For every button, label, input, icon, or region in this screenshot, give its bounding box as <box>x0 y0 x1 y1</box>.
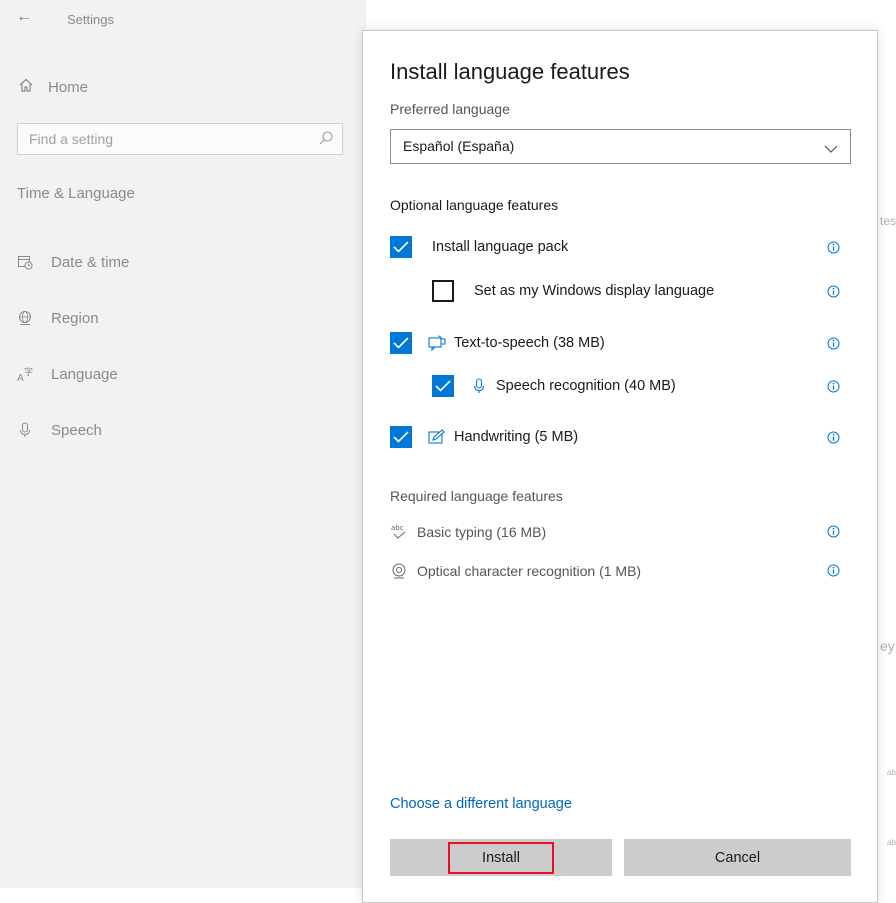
background-text-fragment: ey <box>880 638 895 654</box>
sidebar-item-label: Region <box>51 309 99 327</box>
sidebar-item-language[interactable]: A字 Language <box>17 362 118 386</box>
svg-text:A: A <box>17 373 24 382</box>
speech-recognition-checkbox[interactable] <box>432 375 454 397</box>
feature-label: Text-to-speech (38 MB) <box>454 335 605 351</box>
microphone-icon <box>470 377 488 395</box>
info-icon[interactable] <box>827 564 840 577</box>
svg-text:字: 字 <box>24 366 33 378</box>
preferred-language-label: Preferred language <box>390 101 510 117</box>
info-icon[interactable] <box>827 431 840 444</box>
feature-label: Speech recognition (40 MB) <box>496 378 676 394</box>
info-icon[interactable] <box>827 241 840 254</box>
text-to-speech-checkbox[interactable] <box>390 332 412 354</box>
preferred-language-dropdown[interactable]: Español (España) <box>390 129 851 164</box>
background-text-fragment: ab <box>887 768 896 777</box>
settings-window: ← Settings Home Find a setting Time & La… <box>0 0 366 888</box>
display-language-checkbox[interactable] <box>432 280 454 302</box>
required-features-heading: Required language features <box>390 488 563 504</box>
app-title: Settings <box>67 12 114 27</box>
sidebar-item-label: Date & time <box>51 253 130 271</box>
install-button-label: Install <box>448 841 554 874</box>
nav-home-label: Home <box>48 78 89 96</box>
feature-label: Install language pack <box>432 239 569 255</box>
cancel-button[interactable]: Cancel <box>624 839 851 876</box>
globe-region-icon <box>17 310 33 326</box>
install-button[interactable]: Install <box>390 839 612 876</box>
section-title: Time & Language <box>17 185 135 202</box>
feature-label: Handwriting (5 MB) <box>454 429 579 445</box>
language-icon: A字 <box>17 366 33 382</box>
search-input[interactable]: Find a setting <box>17 123 343 155</box>
home-icon <box>18 77 34 97</box>
text-to-speech-icon <box>428 334 446 352</box>
ocr-icon <box>390 562 408 580</box>
feature-row-display-language: Set as my Windows display language <box>432 279 714 303</box>
info-icon[interactable] <box>827 525 840 538</box>
required-feature-basic-typing: abc Basic typing (16 MB) <box>390 522 546 542</box>
sidebar-item-label: Language <box>51 365 118 383</box>
install-language-dialog: Install language features Preferred lang… <box>362 30 878 903</box>
handwriting-icon <box>428 428 446 446</box>
feature-label: Set as my Windows display language <box>474 283 715 299</box>
feature-row-speech-recognition: Speech recognition (40 MB) <box>432 374 676 398</box>
language-pack-checkbox[interactable] <box>390 236 412 258</box>
title-bar: ← Settings <box>0 0 366 40</box>
sidebar-item-speech[interactable]: Speech <box>17 418 102 442</box>
background-text-fragment: tes <box>880 214 896 228</box>
info-icon[interactable] <box>827 337 840 350</box>
dialog-title: Install language features <box>390 59 630 84</box>
feature-label: Basic typing (16 MB) <box>417 524 547 540</box>
search-icon <box>318 130 334 151</box>
feature-row-language-pack: Install language pack <box>390 235 568 259</box>
choose-different-language-link[interactable]: Choose a different language <box>390 796 572 812</box>
required-feature-ocr: Optical character recognition (1 MB) <box>390 561 641 581</box>
microphone-icon <box>17 422 33 438</box>
nav-home[interactable]: Home <box>18 76 88 98</box>
handwriting-checkbox[interactable] <box>390 426 412 448</box>
svg-text:abc: abc <box>391 524 404 532</box>
feature-row-text-to-speech: Text-to-speech (38 MB) <box>390 331 605 355</box>
feature-label: Optical character recognition (1 MB) <box>417 563 642 579</box>
cancel-button-label: Cancel <box>714 849 761 866</box>
sidebar-item-label: Speech <box>51 421 102 439</box>
info-icon[interactable] <box>827 380 840 393</box>
calendar-clock-icon <box>17 254 33 270</box>
chevron-down-icon <box>824 141 838 159</box>
sidebar-item-date-time[interactable]: Date & time <box>17 250 129 274</box>
optional-features-heading: Optional language features <box>390 197 559 213</box>
background-text-fragment: ab <box>887 838 896 847</box>
sidebar-item-region[interactable]: Region <box>17 306 99 330</box>
info-icon[interactable] <box>827 285 840 298</box>
basic-typing-icon: abc <box>390 523 408 541</box>
feature-row-handwriting: Handwriting (5 MB) <box>390 425 578 449</box>
back-arrow-icon[interactable]: ← <box>16 8 32 26</box>
search-placeholder: Find a setting <box>29 131 114 147</box>
preferred-language-value: Español (España) <box>403 138 515 154</box>
